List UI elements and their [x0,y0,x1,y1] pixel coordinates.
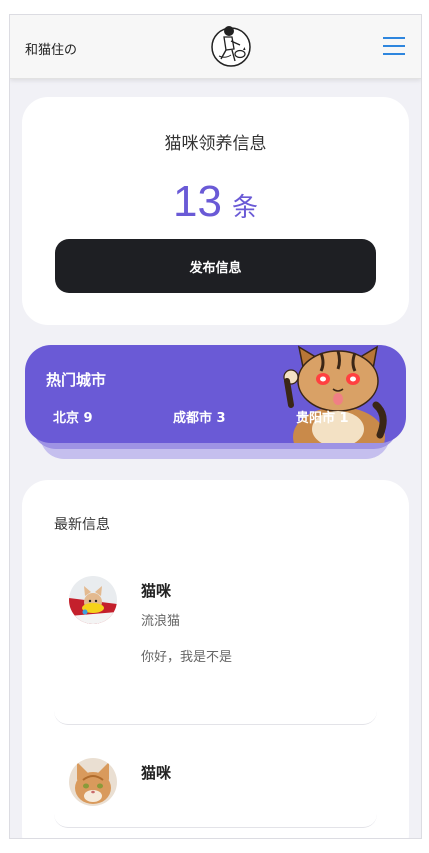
item-name: 猫咪 [141,764,172,782]
hot-cities-title: 热门城市 [46,371,107,389]
hamburger-menu-icon [383,37,405,39]
avatar [69,576,117,624]
adoption-count: 13 条 [22,177,409,227]
publish-button[interactable]: 发布信息 [55,239,376,293]
item-tag: 流浪猫 [141,614,181,629]
adoption-count-number: 13 [173,177,222,226]
adoption-summary-card: 猫咪领养信息 13 条 发布信息 [22,97,409,325]
adoption-title: 猫咪领养信息 [164,134,267,154]
latest-info-title: 最新信息 [54,517,110,533]
hot-cities-card: 热门城市 北京 9 成都市 3 贵阳市 1 [25,345,406,443]
adoption-count-unit: 条 [231,193,258,223]
item-description: 你好，我是不是 [141,650,233,665]
latest-info-card: 最新信息 猫咪 流浪猫 你好，我是不是 猫咪 [22,480,409,838]
city-beijing[interactable]: 北京 9 [53,407,93,426]
avatar [69,758,117,806]
cat-illustration-icon [283,345,387,443]
cat-person-logo-icon[interactable] [209,23,253,67]
list-item[interactable]: 猫咪 流浪猫 你好，我是不是 [54,560,377,725]
top-header: 和猫住の [10,15,421,79]
list-item[interactable]: 猫咪 [54,736,377,828]
item-name: 猫咪 [141,582,172,600]
menu-button[interactable] [383,37,405,55]
city-guiyang[interactable]: 贵阳市 1 [296,407,349,426]
city-chengdu[interactable]: 成都市 3 [173,407,226,426]
app-title: 和猫住の [25,43,78,58]
app-frame: 和猫住の 猫咪领养信息 13 条 发布信息 热门城市 北京 9 成都市 3 贵阳… [9,14,422,839]
